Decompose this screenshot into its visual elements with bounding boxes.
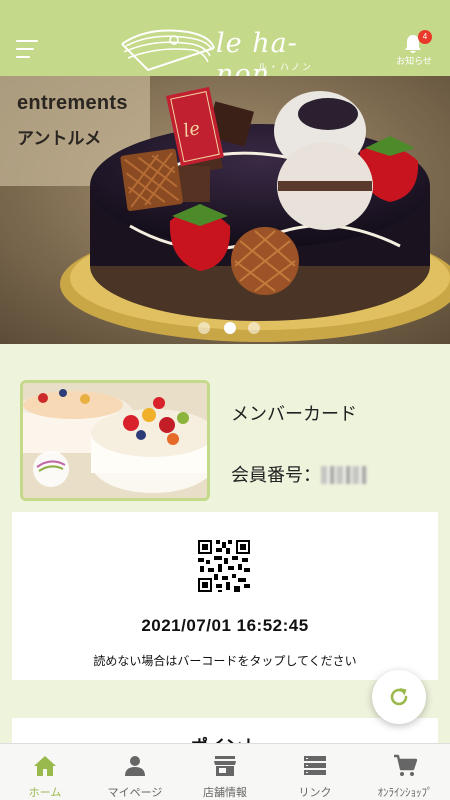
- tab-links[interactable]: リンク: [270, 744, 360, 800]
- list-icon: [304, 756, 326, 775]
- carousel-dot-2[interactable]: [224, 322, 236, 334]
- person-icon: [125, 756, 145, 776]
- notification-badge: 4: [418, 30, 432, 44]
- tab-store-info-label: 店舗情報: [203, 786, 247, 799]
- member-card-title: メンバーカード: [231, 404, 357, 425]
- cart-icon: [394, 754, 417, 776]
- refresh-icon: [390, 688, 408, 706]
- hero-subtitle: アントルメ: [17, 129, 102, 149]
- member-number: 会員番号：: [231, 461, 367, 487]
- barcode-panel: 2021/07/01 16:52:45 読めない場合はバーコードをタップしてくだ…: [12, 512, 438, 680]
- notification-button[interactable]: 4 お知らせ: [392, 30, 436, 70]
- fruit-cake-photo: [23, 383, 207, 498]
- app-header: le ha-non ル・ハノン 4 お知らせ: [0, 0, 450, 90]
- notification-label: お知らせ: [396, 57, 432, 67]
- member-number-masked: [321, 466, 367, 484]
- cake-slice-logo-icon: [121, 29, 215, 72]
- hero-title: entrements: [17, 92, 128, 114]
- refresh-button[interactable]: [372, 670, 426, 724]
- tab-home-label: ホーム: [28, 786, 62, 799]
- tab-online-shop-label: ｵﾝﾗｲﾝｼｮｯﾌﾟ: [377, 786, 433, 799]
- tab-mypage[interactable]: マイページ: [90, 744, 180, 800]
- brand-logo: le ha-non ル・ハノン: [118, 22, 332, 90]
- member-card-image: [20, 380, 210, 501]
- cake-photo: le: [0, 76, 450, 344]
- store-icon: [214, 756, 236, 776]
- tab-links-label: リンク: [298, 786, 332, 799]
- logo-subtitle: ル・ハノン: [258, 63, 314, 73]
- carousel-dots: [198, 320, 264, 334]
- qr-code[interactable]: [198, 540, 250, 592]
- tab-mypage-label: マイページ: [107, 786, 163, 799]
- carousel-dot-3[interactable]: [248, 322, 260, 334]
- tab-home[interactable]: ホーム: [0, 744, 90, 800]
- menu-icon[interactable]: [16, 40, 38, 58]
- home-icon: [34, 756, 56, 776]
- barcode-hint: 読めない場合はバーコードをタップしてください: [93, 654, 357, 668]
- carousel-dot-1[interactable]: [198, 322, 210, 334]
- member-card: メンバーカード 会員番号：: [0, 380, 450, 504]
- member-number-label: 会員番号：: [231, 465, 321, 486]
- hero-carousel[interactable]: le entrements アントルメ: [0, 76, 450, 344]
- tab-online-shop[interactable]: ｵﾝﾗｲﾝｼｮｯﾌﾟ: [360, 744, 450, 800]
- tab-store-info[interactable]: 店舗情報: [180, 744, 270, 800]
- bottom-tab-bar: ホーム マイページ 店舗情報 リンク ｵﾝﾗｲﾝｼｮｯﾌﾟ: [0, 743, 450, 800]
- barcode-timestamp: 2021/07/01 16:52:45: [141, 616, 309, 635]
